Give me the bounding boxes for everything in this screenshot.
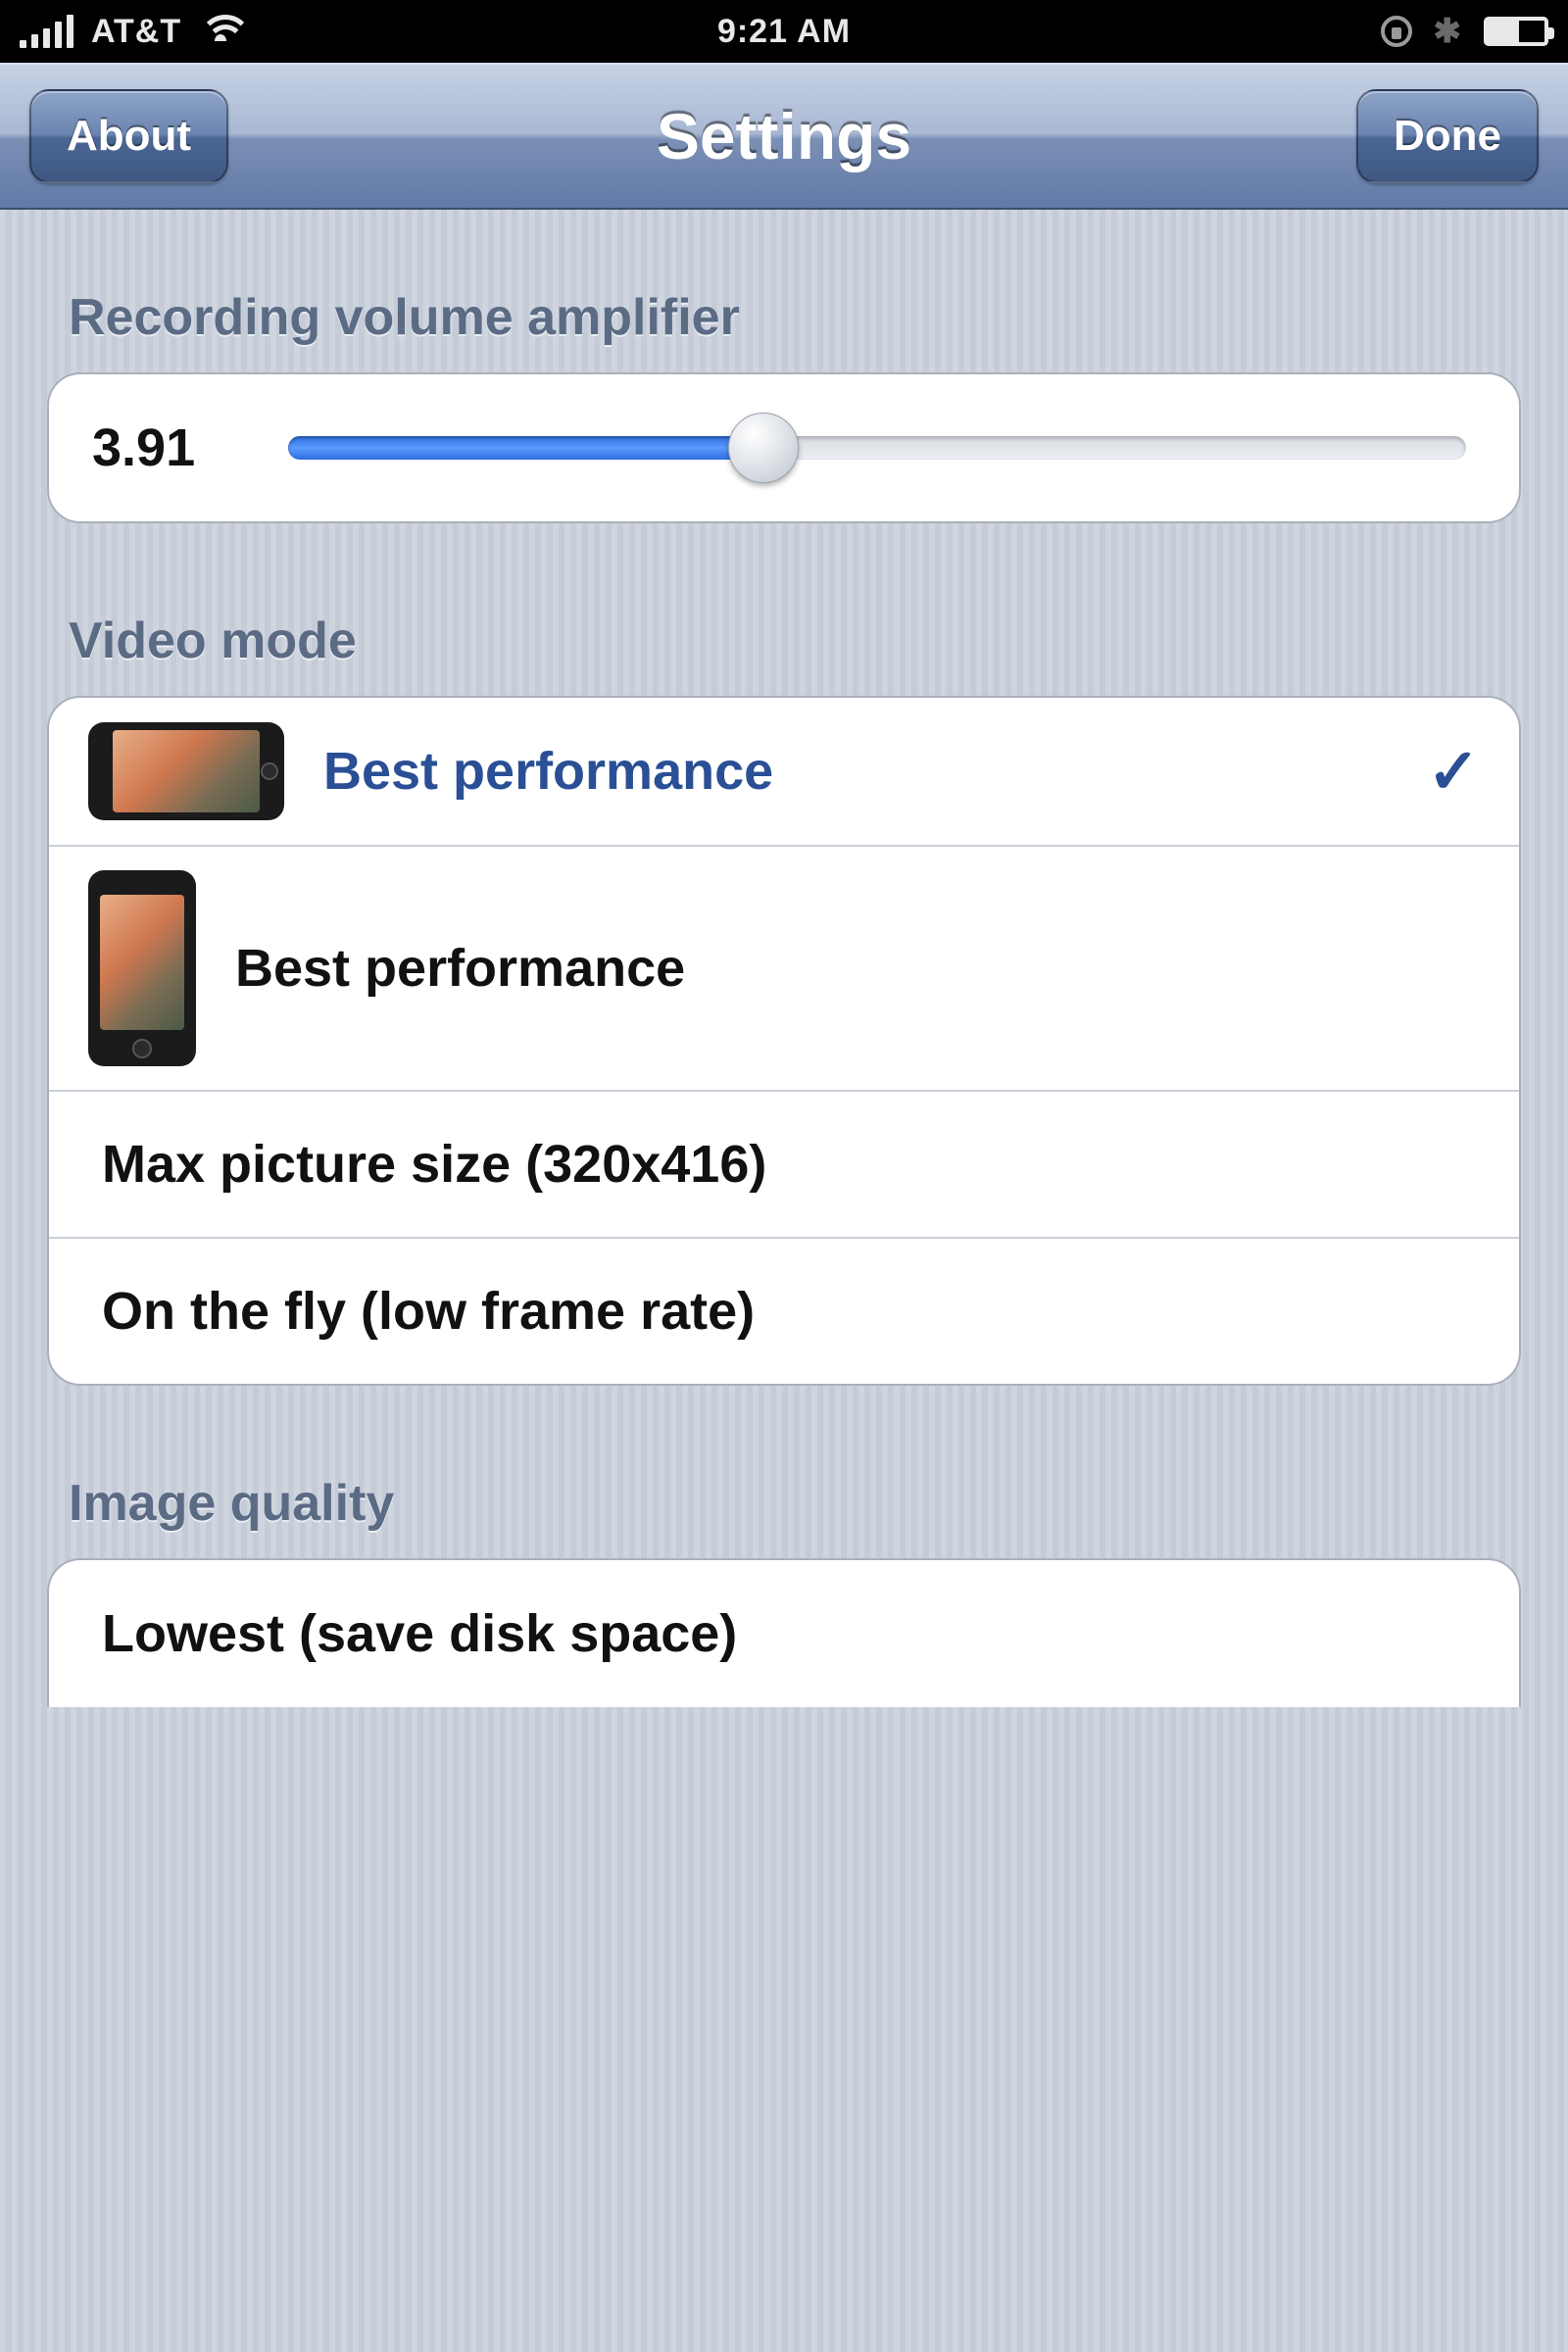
option-label: Lowest (save disk space) — [102, 1603, 1480, 1664]
group-image-quality: Lowest (save disk space) — [47, 1558, 1521, 1707]
settings-scroll-view[interactable]: Recording volume amplifier 3.91 Video mo… — [0, 210, 1568, 2352]
clock-label: 9:21 AM — [717, 13, 851, 51]
carrier-label: AT&T — [91, 13, 181, 51]
group-amplifier: 3.91 — [47, 372, 1521, 523]
rotation-lock-icon — [1381, 16, 1412, 47]
video-mode-option-landscape[interactable]: Best performance ✓ — [49, 698, 1519, 845]
slider-thumb-icon[interactable] — [728, 413, 799, 483]
battery-icon — [1484, 17, 1548, 46]
status-bar: AT&T 9:21 AM ✱ — [0, 0, 1568, 63]
wifi-icon — [199, 15, 242, 48]
about-button[interactable]: About — [29, 89, 228, 183]
section-header-video-mode: Video mode — [0, 582, 1568, 696]
amplifier-row: 3.91 — [49, 374, 1519, 521]
option-label: Max picture size (320x416) — [102, 1134, 1480, 1195]
option-label: Best performance — [235, 938, 1480, 999]
image-quality-option-lowest[interactable]: Lowest (save disk space) — [49, 1560, 1519, 1707]
amplifier-slider[interactable] — [288, 434, 1476, 462]
section-header-amplifier: Recording volume amplifier — [0, 259, 1568, 372]
signal-strength-icon — [20, 15, 74, 48]
slider-fill — [288, 436, 763, 460]
device-landscape-icon — [88, 722, 284, 820]
option-label: On the fly (low frame rate) — [102, 1281, 1480, 1342]
video-mode-option-portrait[interactable]: Best performance — [49, 845, 1519, 1090]
group-video-mode: Best performance ✓ Best performance Max … — [47, 696, 1521, 1386]
amplifier-value-label: 3.91 — [92, 417, 239, 478]
section-header-image-quality: Image quality — [0, 1445, 1568, 1558]
video-mode-option-on-the-fly[interactable]: On the fly (low frame rate) — [49, 1237, 1519, 1384]
navigation-bar: About Settings Done — [0, 63, 1568, 210]
bluetooth-icon: ✱ — [1434, 12, 1463, 51]
device-portrait-icon — [88, 870, 196, 1066]
checkmark-icon: ✓ — [1427, 735, 1480, 808]
done-button[interactable]: Done — [1356, 89, 1539, 183]
page-title: Settings — [0, 99, 1568, 173]
option-label: Best performance — [323, 741, 1388, 802]
video-mode-option-max-size[interactable]: Max picture size (320x416) — [49, 1090, 1519, 1237]
